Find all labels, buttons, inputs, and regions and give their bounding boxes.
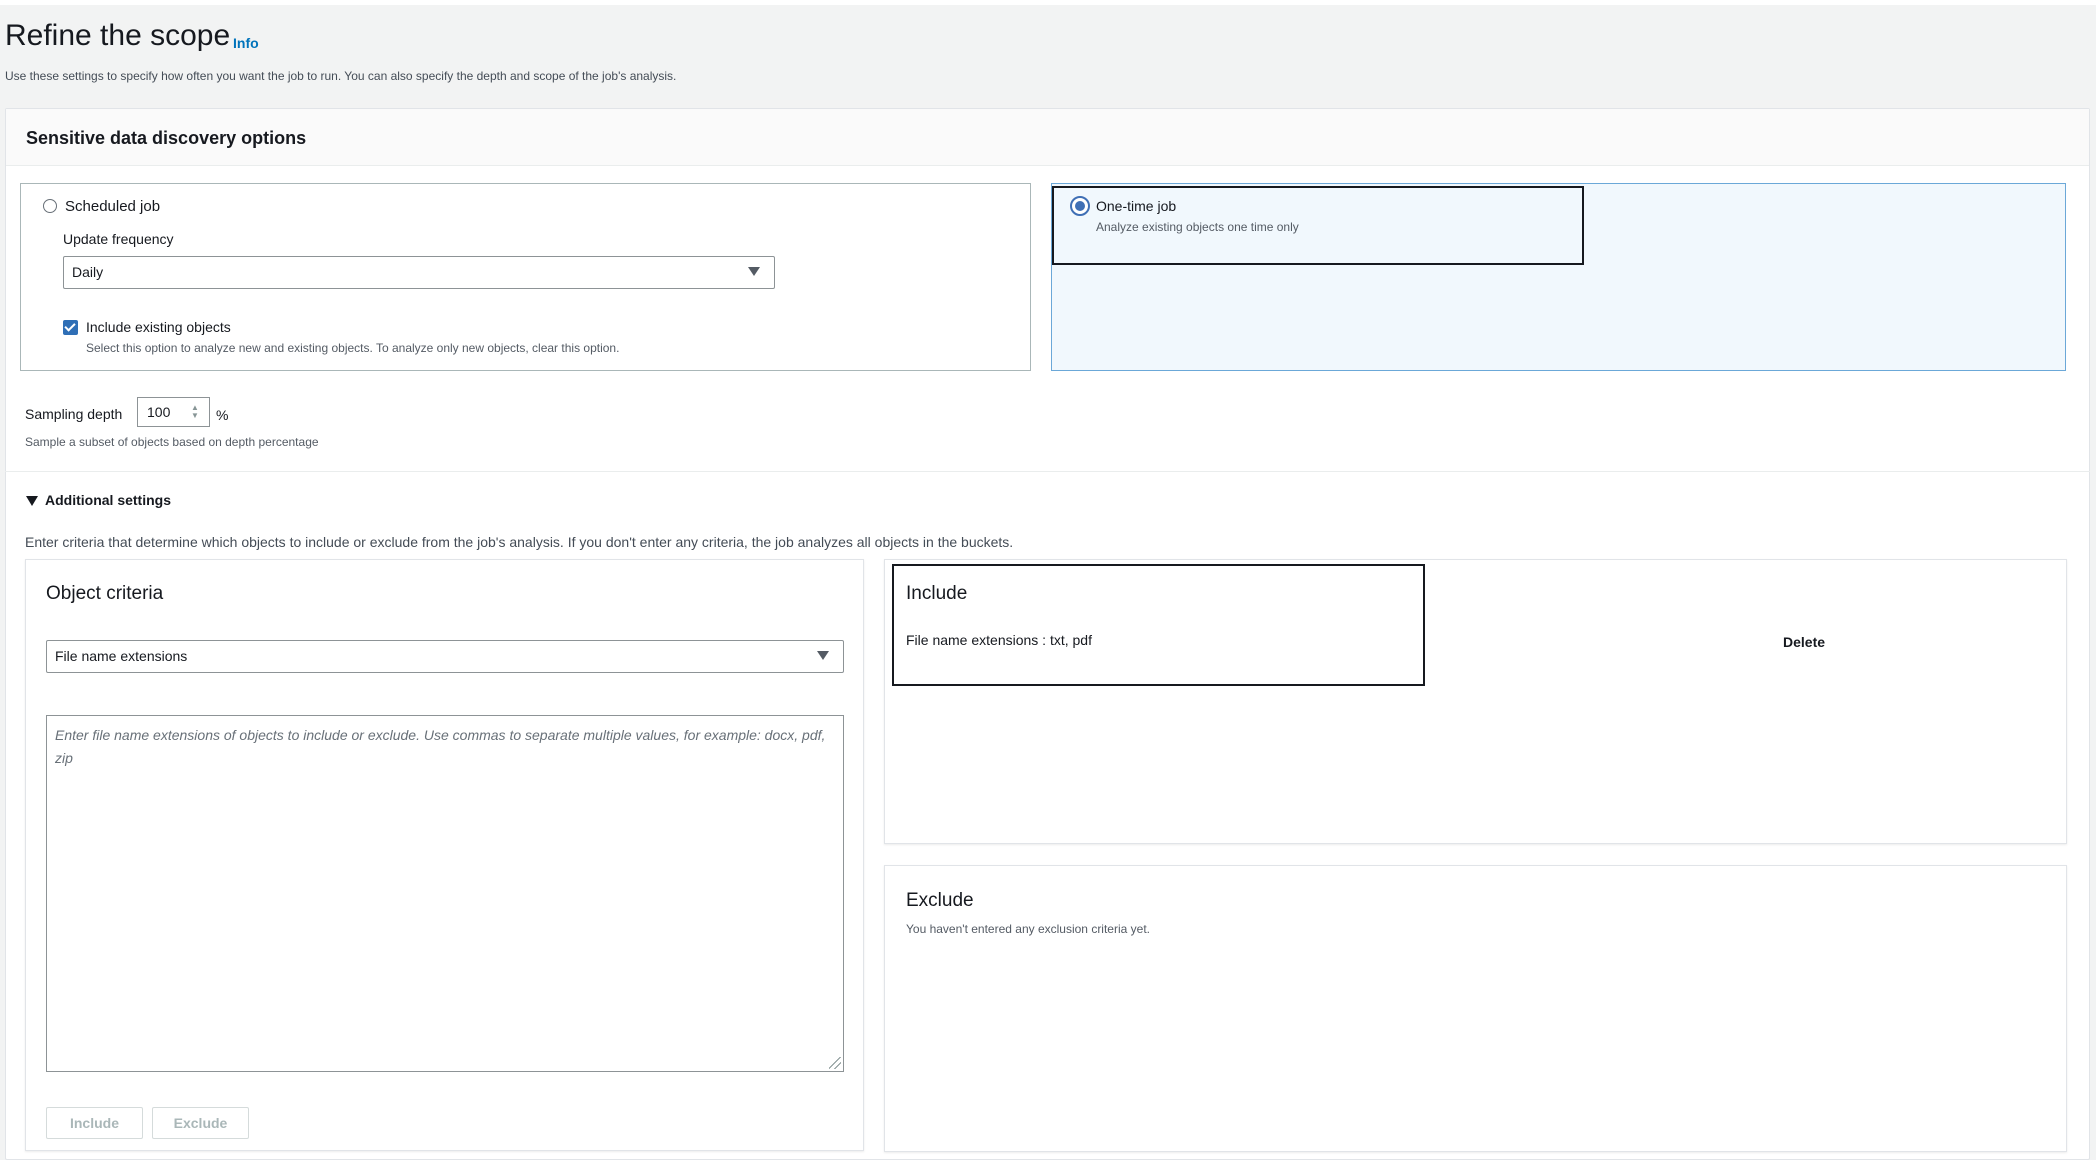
page-title: Refine the scope (5, 19, 231, 52)
include-existing-checkbox[interactable] (63, 320, 78, 335)
criteria-type-select[interactable]: File name extensions (46, 640, 844, 673)
one-time-job-radio[interactable] (1070, 196, 1090, 216)
exclude-button[interactable]: Exclude (152, 1107, 249, 1139)
sampling-depth-value: 100 (147, 404, 171, 420)
sampling-depth-stepper[interactable]: 100 ▲ ▼ (137, 397, 210, 427)
criteria-values-textarea[interactable]: Enter file name extensions of objects to… (46, 715, 844, 1072)
sampling-depth-hint: Sample a subset of objects based on dept… (25, 435, 319, 449)
additional-settings-toggle[interactable]: Additional settings (45, 492, 171, 508)
panel-header: Sensitive data discovery options (6, 109, 2089, 166)
one-time-job-tile[interactable] (1051, 183, 2066, 371)
include-existing-hint: Select this option to analyze new and ex… (86, 341, 620, 355)
additional-settings-description: Enter criteria that determine which obje… (25, 534, 1014, 550)
page-description: Use these settings to specify how often … (5, 69, 677, 83)
chevron-down-icon (748, 267, 760, 276)
include-title: Include (906, 583, 968, 604)
section-divider (5, 471, 2090, 472)
include-existing-label: Include existing objects (86, 319, 231, 335)
exclude-empty-text: You haven't entered any exclusion criter… (906, 922, 1150, 936)
one-time-job-description: Analyze existing objects one time only (1096, 220, 1299, 234)
update-frequency-select[interactable]: Daily (63, 256, 775, 289)
delete-button[interactable]: Delete (1783, 634, 1825, 650)
criteria-values-placeholder: Enter file name extensions of objects to… (55, 727, 826, 766)
include-button[interactable]: Include (46, 1107, 143, 1139)
exclude-card (884, 865, 2067, 1152)
sampling-depth-unit: % (216, 407, 229, 423)
info-link[interactable]: Info (233, 35, 259, 51)
spinner-arrows-icon[interactable]: ▲ ▼ (189, 404, 201, 420)
criteria-type-value: File name extensions (55, 648, 188, 664)
expand-triangle-icon[interactable] (26, 496, 38, 506)
include-entry-highlight (892, 564, 1425, 686)
object-criteria-title: Object criteria (46, 583, 164, 604)
include-entry: File name extensions : txt, pdf (906, 632, 1092, 648)
panel-title: Sensitive data discovery options (26, 128, 307, 148)
chevron-down-icon (817, 651, 829, 660)
scheduled-job-radio[interactable] (43, 199, 57, 213)
scheduled-job-label: Scheduled job (65, 198, 161, 215)
top-strip (0, 0, 2096, 5)
update-frequency-label: Update frequency (63, 231, 174, 247)
sampling-depth-label: Sampling depth (25, 406, 123, 422)
exclude-title: Exclude (906, 890, 974, 911)
resize-grip-icon[interactable] (829, 1057, 841, 1069)
one-time-job-label: One-time job (1096, 198, 1177, 214)
update-frequency-value: Daily (72, 264, 104, 280)
